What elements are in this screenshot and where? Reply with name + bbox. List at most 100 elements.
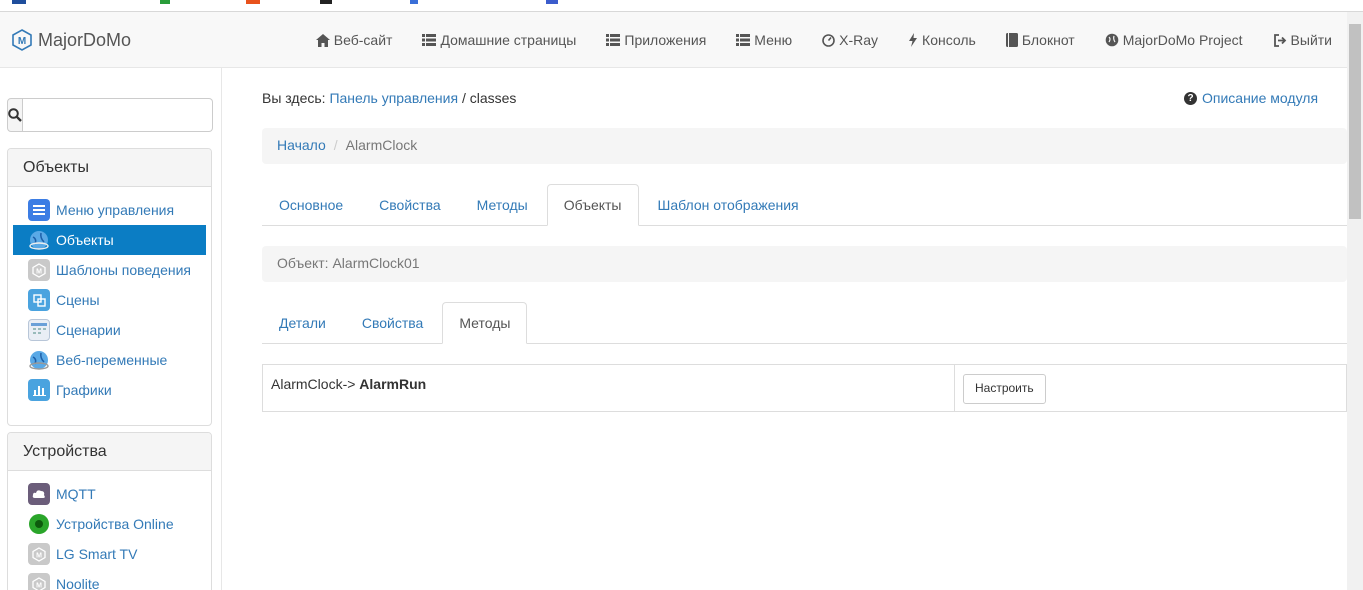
tab-objects[interactable]: Объекты	[546, 184, 639, 226]
page-scrollbar[interactable]	[1347, 12, 1363, 590]
nav-notebook-label: Блокнот	[1021, 32, 1075, 48]
control-panel-link[interactable]: Панель управления	[329, 90, 458, 106]
sidebar-item-label: Объекты	[56, 232, 114, 248]
sidebar-item-label: LG Smart TV	[56, 546, 138, 562]
nav-xray-label: X-Ray	[839, 32, 879, 48]
tab-object-properties[interactable]: Свойства	[345, 302, 440, 344]
nav-website-label: Веб-сайт	[333, 32, 393, 48]
tab-methods[interactable]: Методы	[460, 184, 545, 226]
nav-console-label: Консоль	[922, 32, 976, 48]
sidebar-item-label: Сценарии	[56, 322, 121, 338]
module-help-link[interactable]: ? Описание модуля	[1184, 90, 1318, 106]
sidebar-item-web-variables[interactable]: Веб-переменные	[13, 345, 206, 375]
sidebar-search	[7, 98, 213, 132]
configure-button[interactable]: Настроить	[963, 374, 1046, 404]
nav-menu[interactable]: Меню	[721, 12, 807, 68]
method-name-cell: AlarmClock-> AlarmRun	[263, 365, 955, 411]
online-icon	[28, 513, 50, 535]
flash-icon	[908, 33, 918, 47]
search-input[interactable]	[23, 98, 213, 132]
sidebar-item-control-menu[interactable]: Меню управления	[13, 195, 206, 225]
location-current: classes	[469, 90, 517, 106]
methods-table-row: AlarmClock-> AlarmRun Настроить	[262, 364, 1347, 412]
nav-home-pages[interactable]: Домашние страницы	[407, 12, 591, 68]
calendar-icon	[28, 319, 50, 341]
tab-details[interactable]: Детали	[262, 302, 343, 344]
sidebar-item-lg-smart-tv[interactable]: M LG Smart TV	[13, 539, 206, 569]
list-icon	[736, 34, 751, 46]
sidebar-item-label: Графики	[56, 382, 112, 398]
chart-icon	[28, 379, 50, 401]
nav-project[interactable]: MajorDoMo Project	[1090, 12, 1258, 68]
object-tabs: Детали Свойства Методы	[262, 302, 1347, 344]
nav-apps-label: Приложения	[624, 32, 707, 48]
sidebar-item-label: Noolite	[56, 576, 100, 590]
method-name: AlarmRun	[359, 376, 427, 392]
nav-project-label: MajorDoMo Project	[1122, 32, 1243, 48]
sidebar-item-label: Устройства Online	[56, 516, 174, 532]
sidebar-item-label: Шаблоны поведения	[56, 262, 192, 278]
mqtt-icon	[28, 483, 50, 505]
browser-bookmark-strip	[0, 0, 1363, 12]
nav-website[interactable]: Веб-сайт	[301, 12, 408, 68]
module-help-label: Описание модуля	[1202, 90, 1319, 106]
brand-link[interactable]: M MajorDoMo	[12, 26, 131, 54]
breadcrumb-home[interactable]: Начало	[277, 137, 326, 153]
svg-text:M: M	[36, 552, 42, 559]
sidebar: Объекты Меню управления Объекты M Шаблон…	[0, 68, 222, 590]
menu-icon	[28, 199, 50, 221]
globe-icon	[1105, 33, 1119, 47]
scrollbar-thumb[interactable]	[1349, 24, 1361, 219]
logout-icon	[1273, 33, 1287, 47]
tab-general[interactable]: Основное	[262, 184, 360, 226]
sidebar-item-scenes[interactable]: Сцены	[13, 285, 206, 315]
sidebar-item-noolite[interactable]: M Noolite	[13, 569, 206, 590]
majordomo-icon: M	[28, 573, 50, 590]
nav-menu-label: Меню	[754, 32, 793, 48]
svg-text:M: M	[36, 582, 42, 589]
class-tabs: Основное Свойства Методы Объекты Шаблон …	[262, 184, 1347, 226]
nav-console[interactable]: Консоль	[893, 12, 991, 68]
tab-properties[interactable]: Свойства	[362, 184, 457, 226]
location-line: Вы здесь: Панель управления / classes	[262, 90, 516, 106]
breadcrumb: Начало / AlarmClock	[262, 128, 1347, 164]
sidebar-item-behavior-templates[interactable]: M Шаблоны поведения	[13, 255, 206, 285]
tab-object-methods[interactable]: Методы	[442, 302, 528, 344]
sidebar-item-label: Меню управления	[56, 202, 175, 218]
nav-xray[interactable]: X-Ray	[807, 12, 893, 68]
brand-name: MajorDoMo	[38, 29, 132, 50]
list-icon	[606, 34, 621, 46]
object-title-bar: Объект: AlarmClock01	[262, 246, 1347, 282]
svg-text:M: M	[36, 268, 42, 275]
sidebar-item-scenarios[interactable]: Сценарии	[13, 315, 206, 345]
majordomo-logo-icon: M	[12, 29, 32, 51]
question-circle-icon: ?	[1184, 91, 1197, 105]
search-button[interactable]	[7, 98, 23, 132]
objects-panel-list: Меню управления Объекты M Шаблоны поведе…	[8, 187, 211, 415]
sidebar-item-devices-online[interactable]: Устройства Online	[13, 509, 206, 539]
home-icon	[315, 33, 330, 47]
devices-panel-list: MQTT Устройства Online M LG Smart TV M N…	[8, 471, 211, 590]
top-navbar: M MajorDoMo Веб-сайт Домашние страницы П…	[0, 12, 1347, 68]
nav-notebook[interactable]: Блокнот	[991, 12, 1090, 68]
majordomo-icon: M	[28, 543, 50, 565]
sidebar-item-label: Веб-переменные	[56, 352, 168, 368]
nav-logout[interactable]: Выйти	[1258, 12, 1347, 68]
sidebar-item-objects[interactable]: Объекты	[13, 225, 206, 255]
method-class-prefix: AlarmClock->	[271, 376, 356, 392]
globe-icon	[28, 229, 50, 251]
nav-apps[interactable]: Приложения	[591, 12, 721, 68]
list-icon	[422, 34, 437, 46]
navbar-menu: Веб-сайт Домашние страницы Приложения Ме…	[301, 12, 1347, 68]
breadcrumb-separator: /	[333, 137, 338, 153]
majordomo-icon: M	[28, 259, 50, 281]
sidebar-item-charts[interactable]: Графики	[13, 375, 206, 405]
nav-logout-label: Выйти	[1290, 32, 1332, 48]
dashboard-icon	[822, 33, 835, 47]
sidebar-item-mqtt[interactable]: MQTT	[13, 479, 206, 509]
book-icon	[1005, 33, 1018, 47]
tab-display-template[interactable]: Шаблон отображения	[641, 184, 816, 226]
globe-icon	[28, 349, 50, 371]
location-prefix: Вы здесь:	[262, 90, 326, 106]
location-separator: /	[461, 90, 466, 106]
